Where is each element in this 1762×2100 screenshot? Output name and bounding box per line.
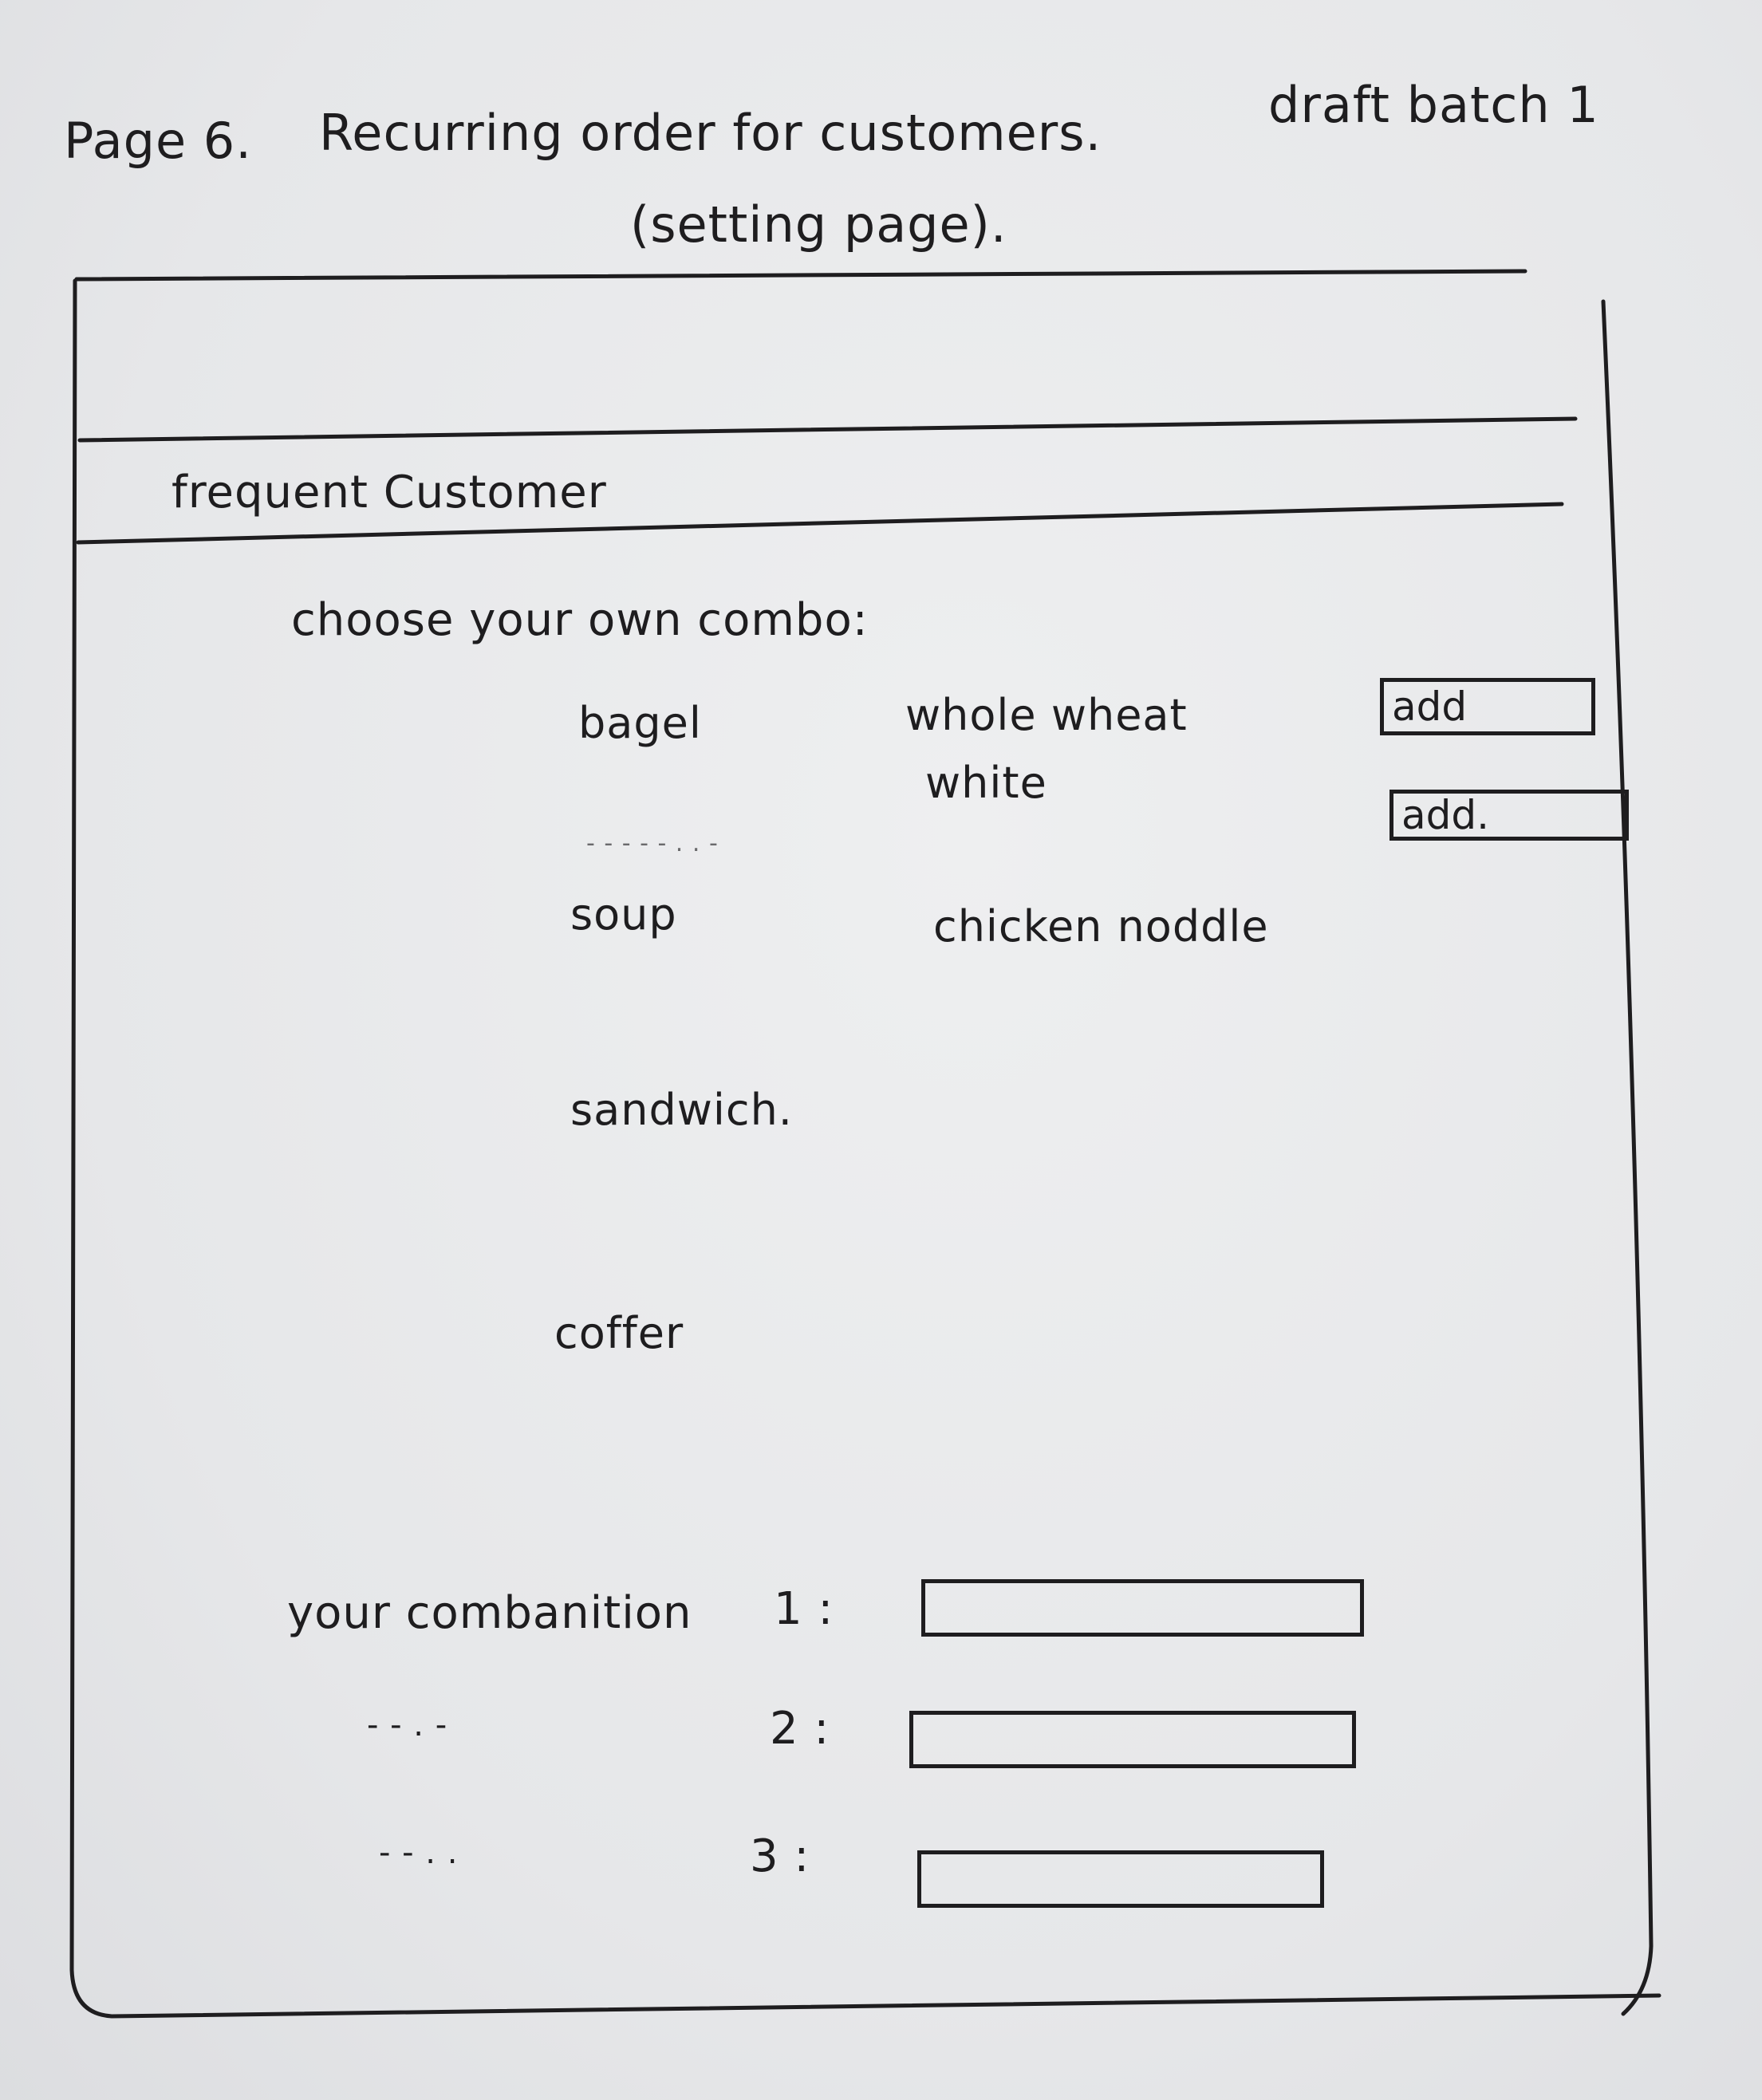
add-button-label: add. [1401, 792, 1490, 838]
paper-sheet: Page 6. Recurring order for customers. (… [0, 0, 1762, 2100]
add-button-label: add [1392, 684, 1468, 730]
combination-2-label: - - . - [367, 1707, 448, 1743]
option-whole-wheat[interactable]: whole wheat [905, 690, 1188, 740]
option-chicken-noddle[interactable]: chicken noddle [933, 901, 1269, 952]
section-title: frequent Customer [171, 467, 607, 518]
combination-3-number: 3 : [750, 1830, 810, 1882]
add-whole-wheat-button[interactable]: add [1380, 678, 1595, 735]
combination-2-field[interactable] [909, 1711, 1356, 1768]
item-bagel: bagel [578, 698, 702, 748]
combination-1-number: 1 : [774, 1583, 834, 1635]
ditto-marks: - - - - - . . - [586, 829, 719, 857]
combination-2-number: 2 : [770, 1703, 830, 1755]
combination-3-field[interactable] [917, 1850, 1324, 1908]
option-white[interactable]: white [925, 758, 1047, 808]
item-soup: soup [570, 889, 677, 940]
add-white-button[interactable]: add. [1389, 790, 1629, 841]
item-coffer: coffer [554, 1308, 684, 1358]
window-frame [69, 269, 1661, 2019]
combo-heading: choose your own combo: [291, 594, 869, 646]
combination-1-label: your combanition [287, 1587, 692, 1639]
combination-1-field[interactable] [921, 1579, 1364, 1637]
item-sandwich: sandwich. [570, 1085, 793, 1135]
combination-3-label: - - . . [379, 1834, 459, 1871]
